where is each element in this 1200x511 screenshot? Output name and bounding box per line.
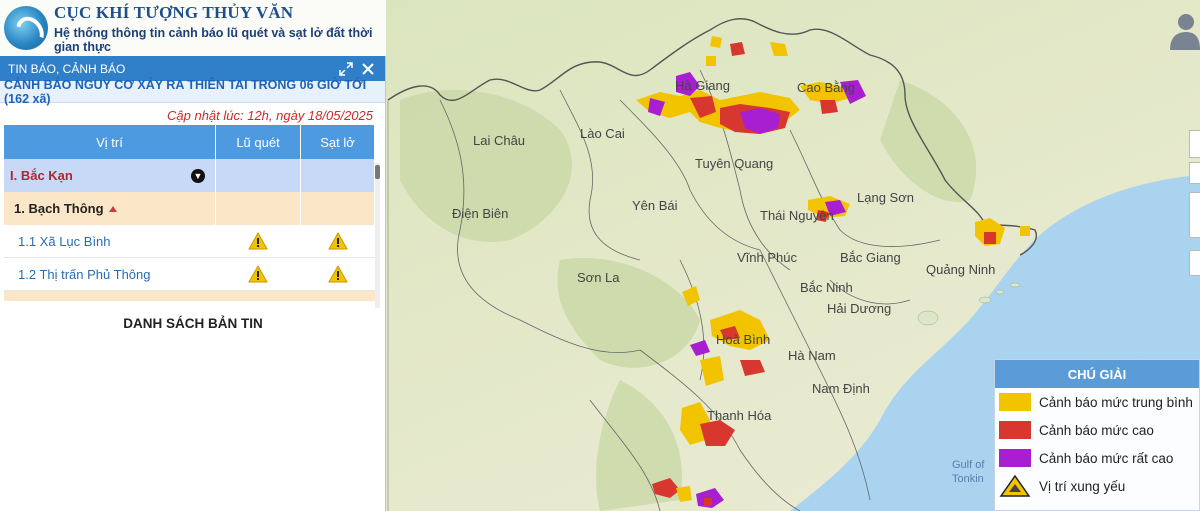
table-row[interactable]: 1.2 Thị trấn Phủ Thông: [4, 258, 375, 291]
label-dien-bien: Điện Biên: [452, 206, 508, 221]
warning-triangle-icon: [327, 265, 348, 283]
label-lai-chau: Lai Châu: [473, 133, 525, 148]
label-bac-giang: Bắc Giang: [840, 250, 901, 265]
legend-item-high: Cảnh báo mức cao: [995, 416, 1199, 444]
label-thai-nguyen: Thái Nguyên: [760, 208, 834, 223]
app-subtitle: Hệ thống thông tin cảnh báo lũ quét và s…: [54, 25, 373, 54]
warning-triangle-icon: [999, 475, 1031, 497]
map-legend: CHÚ GIẢI Cảnh báo mức trung bình Cảnh bá…: [994, 359, 1200, 511]
table-more-row: [4, 291, 375, 301]
province-name: I. Bắc Kạn: [10, 168, 73, 183]
collapse-arrow-icon[interactable]: [108, 205, 117, 212]
label-vinh-phuc: Vĩnh Phúc: [737, 250, 797, 265]
agency-logo: [4, 6, 48, 50]
table-scrollbar[interactable]: [375, 163, 380, 308]
district-row[interactable]: 1. Bạch Thông: [4, 192, 375, 225]
legend-label: Cảnh báo mức cao: [1039, 422, 1154, 438]
warning-triangle-icon: [248, 232, 268, 250]
app-title: CỤC KHÍ TƯỢNG THỦY VĂN: [54, 2, 294, 22]
expand-icon[interactable]: [335, 59, 357, 79]
legend-item-medium: Cảnh báo mức trung bình: [995, 388, 1199, 416]
label-tuyen-quang: Tuyên Quang: [695, 156, 773, 171]
map-control-1[interactable]: [1189, 130, 1200, 158]
table-row[interactable]: 1.1 Xã Lục Bình: [4, 225, 375, 258]
label-yen-bai: Yên Bái: [632, 198, 678, 213]
legend-swatch: [999, 421, 1031, 439]
district-name: 1. Bạch Thông: [14, 201, 104, 216]
table-header: Vị trí Lũ quét Sạt lở: [4, 125, 375, 159]
col-flash-flood: Lũ quét: [216, 125, 301, 159]
commune-name: 1.2 Thị trấn Phủ Thông: [4, 258, 216, 290]
warning-panel: TIN BÁO, CẢNH BÁO CẢNH BÁO NGUY CƠ XẢY R…: [0, 56, 386, 511]
legend-label: Vị trí xung yếu: [1039, 478, 1126, 494]
province-row[interactable]: I. Bắc Kạn ▼: [4, 159, 375, 192]
user-icon[interactable]: [1166, 8, 1200, 50]
close-icon[interactable]: [357, 59, 379, 79]
label-thanh-hoa: Thanh Hóa: [707, 408, 772, 423]
label-gulf-1: Gulf of: [952, 459, 985, 471]
label-hoa-binh: Hoà Bình: [716, 332, 770, 347]
col-location: Vị trí: [4, 125, 216, 159]
warning-triangle-icon: [248, 265, 268, 283]
label-lao-cai: Lào Cai: [580, 126, 625, 141]
label-ha-nam: Hà Nam: [788, 348, 836, 363]
map-control-3[interactable]: [1189, 192, 1200, 238]
label-bac-ninh: Bắc Ninh: [800, 280, 853, 295]
label-son-la: Sơn La: [577, 270, 620, 285]
label-gulf-2: Tonkin: [952, 473, 984, 485]
legend-swatch: [999, 393, 1031, 411]
label-hai-duong: Hải Dương: [827, 301, 891, 316]
legend-label: Cảnh báo mức rất cao: [1039, 450, 1174, 466]
map-control-2[interactable]: [1189, 162, 1200, 184]
legend-title: CHÚ GIẢI: [995, 360, 1199, 388]
commune-name: 1.1 Xã Lục Bình: [4, 225, 216, 257]
col-landslide: Sạt lở: [301, 125, 375, 159]
bulletin-list-title: DANH SÁCH BẢN TIN: [123, 316, 263, 331]
legend-item-vulnerable: Vị trí xung yếu: [995, 472, 1199, 500]
warning-headline: CẢNH BÁO NGUY CƠ XẢY RA THIÊN TAI TRONG …: [0, 78, 385, 106]
app-header: CỤC KHÍ TƯỢNG THỦY VĂN Hệ thống thông ti…: [0, 0, 386, 56]
legend-label: Cảnh báo mức trung bình: [1039, 394, 1193, 410]
chevron-down-icon[interactable]: ▼: [191, 168, 205, 183]
label-lang-son: Lạng Sơn: [857, 190, 914, 205]
warning-table: Vị trí Lũ quét Sạt lở I. Bắc Kạn ▼ 1. Bạ…: [4, 125, 375, 301]
label-quang-ninh: Quảng Ninh: [926, 262, 995, 277]
legend-swatch: [999, 449, 1031, 467]
map-control-4[interactable]: [1189, 250, 1200, 276]
panel-title: TIN BÁO, CẢNH BÁO: [8, 61, 126, 76]
updated-time: Cập nhật lúc: 12h, ngày 18/05/2025: [167, 108, 373, 123]
label-cao-bang: Cao Bằng: [797, 80, 855, 95]
label-nam-dinh: Nam Định: [812, 381, 870, 396]
legend-item-very-high: Cảnh báo mức rất cao: [995, 444, 1199, 472]
warning-triangle-icon: [327, 232, 348, 250]
label-ha-giang: Hà Giang: [675, 78, 730, 93]
